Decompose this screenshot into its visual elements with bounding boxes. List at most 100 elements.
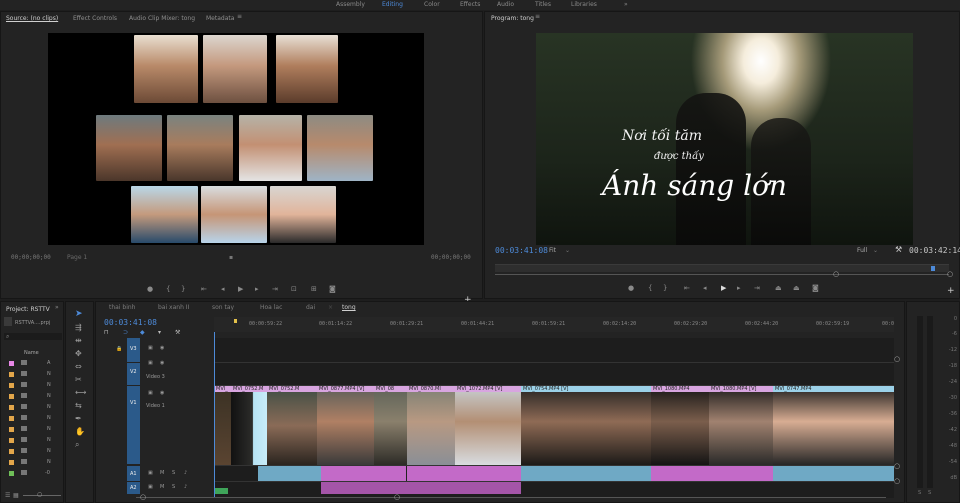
step-back-icon[interactable]: ◂ <box>703 285 707 292</box>
step-back-icon[interactable]: ◂ <box>221 286 225 293</box>
workspace-effects[interactable]: Effects <box>460 1 480 8</box>
video-clip[interactable]: MVI_ <box>214 386 231 465</box>
panel-overflow-icon[interactable]: » <box>55 304 59 311</box>
camera-icon[interactable]: ◙ <box>812 285 819 292</box>
list-item[interactable]: N <box>47 426 51 432</box>
name-column-header[interactable]: Name <box>24 350 39 356</box>
overwrite-icon[interactable]: ⊞ <box>311 286 317 293</box>
sync-lock-icon[interactable]: ▣ <box>148 484 153 490</box>
tab-source[interactable]: Source: (no clips) <box>6 15 58 22</box>
mark-in-icon[interactable]: { <box>166 286 170 293</box>
video-clip[interactable]: MVI_0752.M <box>267 386 317 465</box>
mark-in-icon[interactable]: { <box>648 285 652 292</box>
marker-icon[interactable]: ● <box>628 285 634 292</box>
hand-icon[interactable]: ✋ <box>75 427 85 436</box>
scroll-handle[interactable]: ○ <box>894 477 900 485</box>
sync-lock-icon[interactable]: ▣ <box>148 470 153 476</box>
track-target-v1[interactable] <box>127 386 140 464</box>
selection-tool-icon[interactable]: ➤ <box>75 309 83 319</box>
fit-dropdown[interactable]: Fit <box>549 247 556 254</box>
audio-clip[interactable] <box>214 488 228 494</box>
scroll-handle[interactable]: ○ <box>894 462 900 470</box>
tab-metadata[interactable]: Metadata <box>206 15 234 22</box>
source-page-label[interactable]: Page 1 <box>67 254 87 261</box>
workspace-titles[interactable]: Titles <box>535 1 551 8</box>
zoom-handle-left[interactable]: ○ <box>833 270 839 278</box>
wrench-icon[interactable]: ⚒ <box>175 329 180 336</box>
zoom-icon[interactable]: ⌕ <box>75 440 79 450</box>
scroll-handle[interactable]: ○ <box>394 493 400 501</box>
solo-icon[interactable]: S <box>172 484 175 490</box>
mark-out-icon[interactable]: } <box>663 285 667 292</box>
solo-icon[interactable]: S <box>172 470 175 476</box>
slip-icon[interactable]: ⟷ <box>75 388 86 397</box>
pen-icon[interactable]: ✒ <box>75 414 82 423</box>
video-clip[interactable]: MVI_0877.MP4 [V] <box>317 386 374 465</box>
video-clip[interactable]: MVI_1072.MP4 [V] <box>455 386 521 465</box>
in-point-marker[interactable] <box>234 319 237 323</box>
snap-icon[interactable]: ⊓ <box>104 329 109 336</box>
add-marker-icon[interactable]: ◆ <box>140 329 145 336</box>
video-clip[interactable]: MVI_0747.MP4 <box>773 386 894 465</box>
audio-clip[interactable] <box>406 466 521 481</box>
track-lock-icon[interactable]: 🔒 <box>116 346 122 352</box>
quality-dropdown[interactable]: Full <box>857 247 867 254</box>
scroll-handle[interactable]: ○ <box>894 355 900 363</box>
sync-lock-icon[interactable]: ▣ <box>148 360 153 366</box>
audio-clip[interactable] <box>651 466 773 481</box>
razor-icon[interactable]: ✂ <box>75 375 82 384</box>
go-to-out-icon[interactable]: ⇥ <box>272 286 278 293</box>
workspace-overflow[interactable]: » <box>624 1 628 8</box>
workspace-editing[interactable]: Editing <box>382 1 403 8</box>
playhead-marker[interactable] <box>931 266 935 271</box>
panel-menu-icon[interactable]: ≡ <box>237 13 242 20</box>
tab-program[interactable]: Program: tong <box>491 15 534 22</box>
list-item[interactable]: N <box>47 448 51 454</box>
list-item[interactable]: -0 <box>45 470 50 476</box>
go-to-in-icon[interactable]: ⇤ <box>201 286 207 293</box>
slide-icon[interactable]: ⇆ <box>75 401 82 410</box>
audio-clip[interactable] <box>258 466 321 481</box>
tab-sequence[interactable]: bai xanh II <box>158 304 189 311</box>
zoom-bar[interactable] <box>495 274 949 275</box>
solo-button[interactable]: S <box>918 490 921 496</box>
play-icon[interactable]: ▶ <box>238 286 243 293</box>
list-view-icon[interactable]: ☰ <box>5 492 10 499</box>
zoom-slider-handle[interactable]: ○ <box>37 491 42 498</box>
export-frame-icon[interactable]: ◙ <box>329 286 336 293</box>
track-label-a2[interactable]: A2 <box>130 485 137 491</box>
tab-sequence[interactable]: dai <box>306 304 315 311</box>
track-label-v3[interactable]: V3 <box>130 346 137 352</box>
go-to-in-icon[interactable]: ⇤ <box>684 285 690 292</box>
ripple-edit-icon[interactable]: ⇹ <box>75 336 82 345</box>
marker-icon[interactable]: ● <box>147 286 153 293</box>
sync-lock-icon[interactable]: ▣ <box>148 390 153 396</box>
step-forward-icon[interactable]: ▸ <box>737 285 741 292</box>
track-label-a1[interactable]: A1 <box>130 471 137 477</box>
marker-icon[interactable]: ▾ <box>158 329 161 336</box>
chevron-down-icon[interactable]: ⌄ <box>565 247 570 254</box>
list-item[interactable]: N <box>47 437 51 443</box>
video-clip[interactable]: MVI_08 <box>374 386 407 465</box>
scroll-handle[interactable]: ○ <box>140 493 146 501</box>
time-ruler[interactable]: 00:00:59:22 00:01:14:22 00:01:29:21 00:0… <box>214 317 894 332</box>
panel-menu-icon[interactable]: ≡ <box>535 13 540 20</box>
insert-icon[interactable]: ⊡ <box>291 286 297 293</box>
list-item[interactable]: N <box>47 459 51 465</box>
audio-clip[interactable] <box>521 466 651 481</box>
sync-lock-icon[interactable]: ▣ <box>148 345 153 351</box>
list-item[interactable]: A <box>47 360 50 366</box>
close-icon[interactable]: × <box>328 304 333 311</box>
rolling-edit-icon[interactable]: ✥ <box>75 349 82 358</box>
tab-audio-clip-mixer[interactable]: Audio Clip Mixer: tong <box>129 15 195 22</box>
chevron-down-icon[interactable]: ⌄ <box>873 247 878 254</box>
tab-sequence[interactable]: thai binh <box>109 304 136 311</box>
play-icon[interactable]: ▶ <box>721 285 726 292</box>
horizontal-scrollbar[interactable] <box>136 497 886 498</box>
timeline-timecode[interactable]: 00:03:41:08 <box>104 318 157 327</box>
extract-icon[interactable]: ⏏ <box>793 285 800 292</box>
track-label-v2[interactable]: V2 <box>130 369 137 375</box>
tab-sequence[interactable]: Hoa lac <box>260 304 282 311</box>
linked-selection-icon[interactable]: ⊃ <box>123 329 128 336</box>
lift-icon[interactable]: ⏏ <box>775 285 782 292</box>
